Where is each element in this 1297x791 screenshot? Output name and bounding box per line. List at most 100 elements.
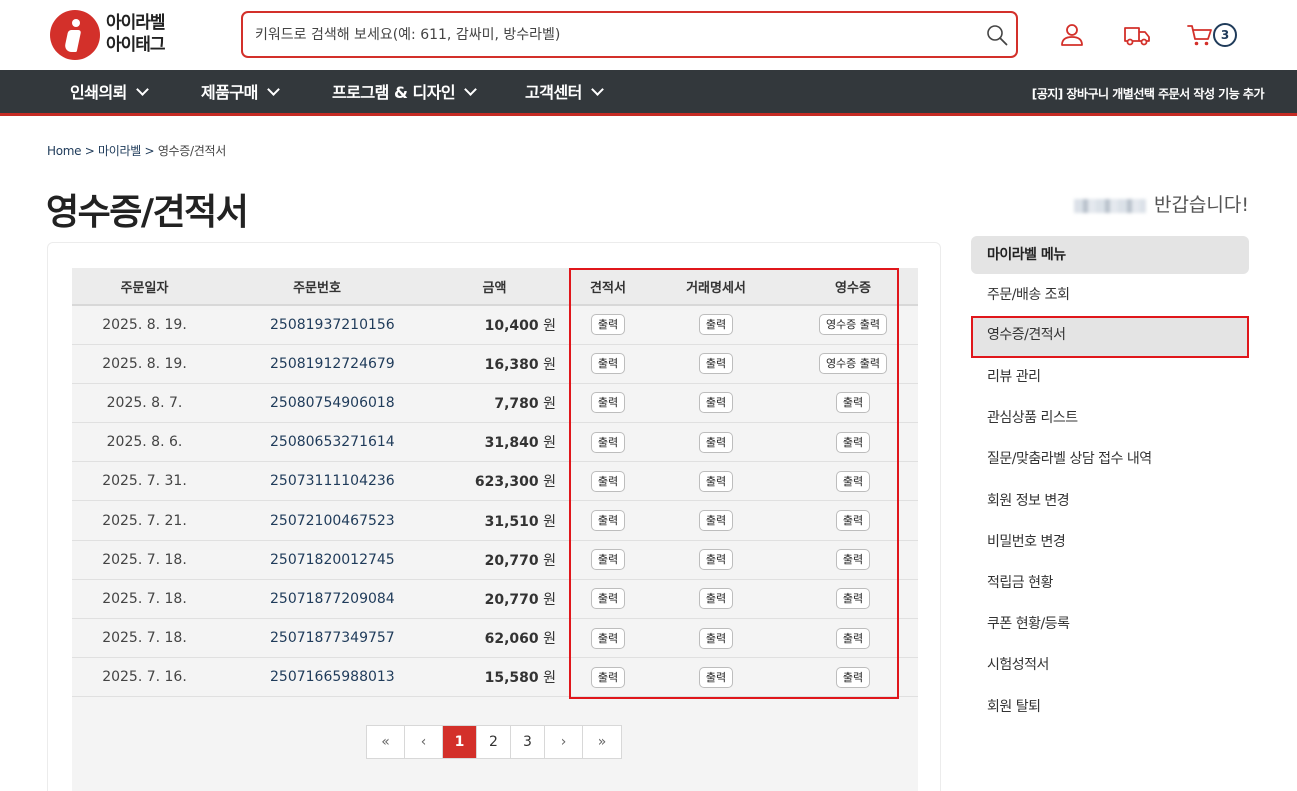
table-row: 2025. 7. 18. 25071820012745 20,770 원 출력 출력 출력: [72, 540, 918, 580]
sidebar-item-order-tracking[interactable]: 주문/배송 조회: [971, 276, 1249, 314]
statement-print-button[interactable]: 출력: [698, 314, 734, 336]
header-quote: 견적서: [572, 268, 644, 306]
amount-value: 31,840: [484, 435, 539, 452]
sidebar-item-withdraw[interactable]: 회원 탈퇴: [971, 688, 1249, 726]
nav-item-program-design[interactable]: 프로그램 & 디자인: [332, 70, 478, 116]
currency-unit: 원: [543, 317, 556, 334]
order-date: 2025. 7. 21.: [72, 500, 217, 541]
receipt-print-button[interactable]: 출력: [835, 431, 871, 453]
statement-print-button[interactable]: 출력: [698, 666, 734, 688]
receipt-cell: 출력: [788, 500, 918, 541]
prev-page-button[interactable]: ‹: [405, 726, 443, 758]
chevron-right-icon: ›: [560, 734, 567, 750]
order-date: 2025. 7. 31.: [72, 461, 217, 502]
receipt-print-button[interactable]: 출력: [835, 510, 871, 532]
notice-link[interactable]: [공지] 장바구니 개별선택 주문서 작성 기능 추가: [1032, 70, 1265, 116]
order-amount: 31,510 원: [417, 500, 572, 541]
order-number-link[interactable]: 25080754906018: [217, 383, 417, 424]
order-number-link[interactable]: 25071877349757: [217, 618, 417, 659]
first-page-button[interactable]: «: [367, 726, 405, 758]
next-page-button[interactable]: ›: [545, 726, 583, 758]
sidebar-title: 마이라벨 메뉴: [971, 236, 1249, 274]
nav-item-customer-center[interactable]: 고객센터: [525, 70, 604, 116]
order-number-link[interactable]: 25071665988013: [217, 657, 417, 698]
brand-line2: 아이태그: [106, 35, 166, 55]
receipt-print-button[interactable]: 출력: [835, 666, 871, 688]
statement-print-button[interactable]: 출력: [698, 392, 734, 414]
cart-icon[interactable]: [1187, 22, 1213, 48]
sidebar-item-coupons[interactable]: 쿠폰 현황/등록: [971, 605, 1249, 643]
sidebar-item-member-info[interactable]: 회원 정보 변경: [971, 482, 1249, 520]
receipt-print-button[interactable]: 출력: [835, 627, 871, 649]
sidebar-item-inquiries[interactable]: 질문/맞춤라벨 상담 접수 내역: [971, 440, 1249, 478]
sidebar-item-wishlist[interactable]: 관심상품 리스트: [971, 399, 1249, 437]
order-amount: 31,840 원: [417, 422, 572, 463]
user-icon[interactable]: [1059, 22, 1085, 48]
search-icon[interactable]: [986, 24, 1008, 46]
receipt-print-button[interactable]: 영수증 출력: [818, 353, 888, 375]
order-number-link[interactable]: 25072100467523: [217, 500, 417, 541]
nav-item-print-request[interactable]: 인쇄의뢰: [70, 70, 149, 116]
main-nav: 인쇄의뢰 제품구매 프로그램 & 디자인 고객센터 [공지] 장바구니 개별선택…: [0, 70, 1297, 116]
sidebar-item-receipt-quote[interactable]: 영수증/견적서: [971, 316, 1249, 358]
quote-cell: 출력: [572, 500, 644, 541]
quote-print-button[interactable]: 출력: [590, 588, 626, 610]
currency-unit: 원: [543, 670, 556, 687]
order-table: 주문일자 주문번호 금액 견적서 거래명세서 영수증 2025. 8. 19. 2…: [72, 268, 918, 698]
receipt-print-button[interactable]: 출력: [835, 392, 871, 414]
breadcrumb-home[interactable]: Home: [47, 144, 82, 158]
statement-print-button[interactable]: 출력: [698, 431, 734, 453]
receipt-print-button[interactable]: 영수증 출력: [818, 314, 888, 336]
sidebar-item-password[interactable]: 비밀번호 변경: [971, 523, 1249, 561]
quote-print-button[interactable]: 출력: [590, 549, 626, 571]
order-number-link[interactable]: 25073111104236: [217, 461, 417, 502]
nav-item-product-purchase[interactable]: 제품구매: [201, 70, 280, 116]
page-button-1[interactable]: 1: [443, 726, 477, 758]
quote-print-button[interactable]: 출력: [590, 314, 626, 336]
statement-print-button[interactable]: 출력: [698, 470, 734, 492]
receipt-print-button[interactable]: 출력: [835, 470, 871, 492]
quote-print-button[interactable]: 출력: [590, 353, 626, 375]
table-area: 주문일자 주문번호 금액 견적서 거래명세서 영수증 2025. 8. 19. 2…: [72, 268, 918, 791]
quote-cell: 출력: [572, 618, 644, 659]
truck-icon[interactable]: [1123, 22, 1151, 48]
sidebar-item-test-reports[interactable]: 시험성적서: [971, 646, 1249, 684]
order-number-link[interactable]: 25081912724679: [217, 344, 417, 384]
amount-value: 20,770: [484, 552, 539, 569]
search-input[interactable]: [255, 24, 975, 46]
cart-count-badge[interactable]: 3: [1213, 23, 1237, 47]
receipt-cell: 출력: [788, 657, 918, 698]
receipt-print-button[interactable]: 출력: [835, 588, 871, 610]
page-button-2[interactable]: 2: [477, 726, 511, 758]
order-number-link[interactable]: 25071820012745: [217, 540, 417, 580]
statement-print-button[interactable]: 출력: [698, 627, 734, 649]
statement-print-button[interactable]: 출력: [698, 588, 734, 610]
last-page-button[interactable]: »: [583, 726, 621, 758]
table-row: 2025. 8. 7. 25080754906018 7,780 원 출력 출력 출력: [72, 383, 918, 424]
receipt-print-button[interactable]: 출력: [835, 549, 871, 571]
order-number-link[interactable]: 25080653271614: [217, 422, 417, 463]
quote-print-button[interactable]: 출력: [590, 431, 626, 453]
receipt-cell: 출력: [788, 422, 918, 463]
statement-print-button[interactable]: 출력: [698, 510, 734, 532]
sidebar-item-review[interactable]: 리뷰 관리: [971, 358, 1249, 396]
brand-logo[interactable]: 아이라벨 아이태그: [50, 9, 180, 61]
order-amount: 62,060 원: [417, 618, 572, 659]
order-date: 2025. 8. 19.: [72, 344, 217, 384]
order-number-link[interactable]: 25081937210156: [217, 305, 417, 345]
breadcrumb-parent[interactable]: 마이라벨: [98, 144, 141, 158]
quote-print-button[interactable]: 출력: [590, 392, 626, 414]
double-chevron-right-icon: »: [597, 734, 607, 750]
quote-print-button[interactable]: 출력: [590, 510, 626, 532]
order-amount: 20,770 원: [417, 540, 572, 580]
quote-print-button[interactable]: 출력: [590, 666, 626, 688]
statement-print-button[interactable]: 출력: [698, 549, 734, 571]
table-row: 2025. 8. 19. 25081937210156 10,400 원 출력 출력 영수…: [72, 305, 918, 345]
order-amount: 20,770 원: [417, 579, 572, 620]
quote-print-button[interactable]: 출력: [590, 627, 626, 649]
quote-print-button[interactable]: 출력: [590, 470, 626, 492]
order-number-link[interactable]: 25071877209084: [217, 579, 417, 620]
page-button-3[interactable]: 3: [511, 726, 545, 758]
sidebar-item-points[interactable]: 적립금 현황: [971, 564, 1249, 602]
statement-print-button[interactable]: 출력: [698, 353, 734, 375]
